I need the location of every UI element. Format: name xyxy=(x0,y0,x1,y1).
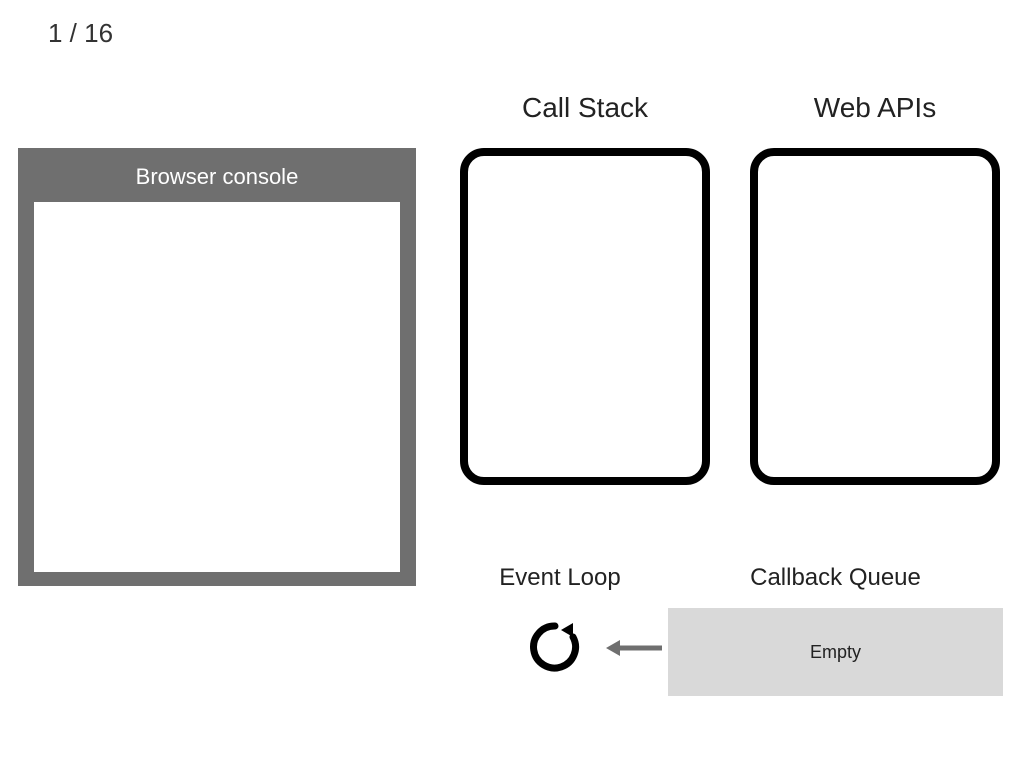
browser-console-panel: Browser console xyxy=(18,148,416,586)
browser-console-body xyxy=(34,202,400,572)
browser-console-title: Browser console xyxy=(18,148,416,202)
event-loop-label: Event Loop xyxy=(430,564,690,592)
arrow-left-icon xyxy=(606,636,664,660)
call-stack-label: Call Stack xyxy=(460,92,710,124)
callback-queue-status: Empty xyxy=(810,642,861,663)
call-stack-box xyxy=(460,148,710,485)
loop-icon xyxy=(528,620,582,674)
callback-queue-label: Callback Queue xyxy=(668,564,1003,592)
page-counter: 1 / 16 xyxy=(48,18,113,49)
web-apis-label: Web APIs xyxy=(750,92,1000,124)
callback-queue-box: Empty xyxy=(668,608,1003,696)
web-apis-box xyxy=(750,148,1000,485)
